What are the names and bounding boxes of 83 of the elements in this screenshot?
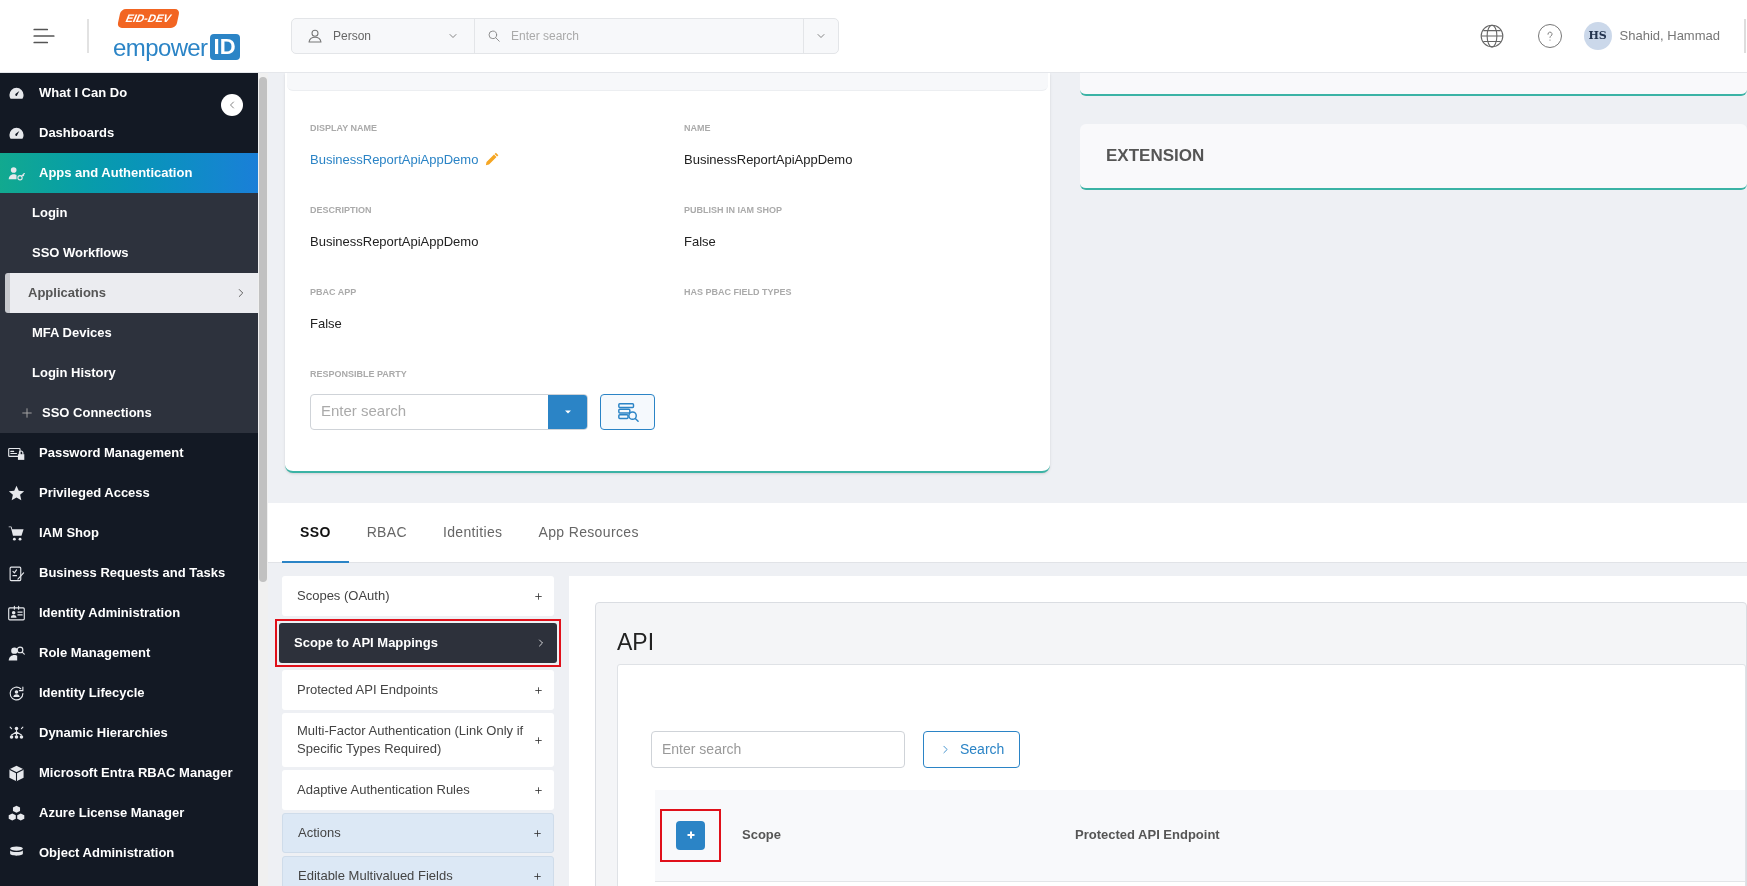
star-icon [8,484,25,502]
field-label: PUBLISH IN IAM SHOP [684,204,783,217]
column-header[interactable]: Scope [742,825,1075,845]
user-name[interactable]: Shahid, Hammad [1619,26,1720,46]
tab[interactable]: Identities [424,503,521,563]
sidebar-item[interactable]: Dashboards [0,113,258,153]
section-item[interactable]: Adaptive Authentication Rules [282,770,554,810]
plus-icon [533,734,544,746]
field-label: NAME [684,122,712,135]
hierarchy-icon [8,724,25,742]
field-label: HAS PBAC FIELD TYPES [684,286,793,299]
submenu-item[interactable]: MFA Devices [0,313,258,353]
field-label: DESCRIPTION [310,204,373,217]
column-header[interactable]: Protected API Endpoint [1075,825,1375,845]
plus-icon [533,684,544,696]
list-search-icon [616,400,639,423]
sidebar-item[interactable]: Password Management [0,433,258,473]
section-item[interactable]: Actions [282,813,554,853]
plus-icon [533,590,544,602]
search-type-dropdown[interactable]: Person [292,19,475,53]
search-button[interactable]: Search [923,730,1021,768]
submenu-item[interactable]: SSO Workflows [0,233,258,273]
add-button[interactable] [676,820,705,850]
section-item[interactable]: Multi-Factor Authentication (Link Only if Specific Types Required) [282,713,554,767]
search-field[interactable]: Enter search [651,730,905,768]
sidebar-item[interactable]: Object Administration [0,833,258,873]
scrollbar-thumb[interactable] [259,77,267,582]
globe-icon[interactable] [1478,23,1505,49]
cubes-icon [8,804,25,822]
field-label: RESPONSIBLE PARTY [310,368,408,381]
plus-icon [532,870,543,882]
sidebar-item[interactable]: Identity Lifecycle [0,673,258,713]
cart-icon [8,524,25,542]
search-bar[interactable]: Person Enter search [291,18,839,54]
clipboard-icon [8,564,25,582]
sidebar-item[interactable]: Azure License Manager [0,793,258,833]
plus-icon [532,827,543,839]
tab[interactable]: RBAC [348,503,425,563]
section-item[interactable]: Protected API Endpoints [282,670,554,710]
cube-icon [8,764,25,782]
pencil-icon[interactable] [484,152,500,168]
user-search-icon [8,644,25,662]
plus-icon [20,406,34,420]
tab[interactable]: SSO [282,503,349,563]
submenu-item[interactable]: Login [0,193,258,233]
field-label: DISPLAY NAME [310,122,379,135]
submenu-item[interactable]: SSO Connections [0,393,258,433]
sidebar-item[interactable]: Microsoft Entra RBAC Manager [0,753,258,793]
tab[interactable]: App Resources [520,503,657,563]
section-item[interactable]: Editable Multivalued Fields [282,856,554,886]
field-value: BusinessReportApiAppDemo [684,151,853,169]
responsible-party-field[interactable]: Enter search [310,393,588,430]
sidebar-item[interactable]: Dynamic Hierarchies [0,713,258,753]
panel-title: API [617,628,656,657]
user-avatar[interactable]: HS [1583,22,1612,50]
field-label: PBAC APP [310,286,358,299]
dropdown-button[interactable] [548,394,587,429]
plus-icon [533,784,544,796]
field-value: False [684,233,716,251]
search-icon [487,29,501,43]
section-item[interactable]: Scope to API Mappings [279,623,557,663]
sidebar-item[interactable]: Business Requests and Tasks [0,553,258,593]
lookup-button[interactable] [600,393,655,430]
search-input[interactable]: Enter search [311,394,548,429]
section-title: EXTENSION [1106,145,1205,168]
search-field[interactable]: Enter search [511,27,791,45]
submenu-item[interactable]: Login History [0,353,258,393]
sidebar-item[interactable]: IAM Shop [0,513,258,553]
display-name-link[interactable]: BusinessReportApiAppDemo [310,150,479,170]
id-card-icon [8,604,25,622]
product-logo[interactable]: EID-DEV empower ID [113,11,249,61]
person-icon [307,28,323,44]
submenu-item[interactable]: Applications [5,273,258,313]
sidebar-item[interactable]: Identity Administration [0,593,258,633]
sidebar-item[interactable]: Role Management [0,633,258,673]
collapse-button[interactable] [221,94,243,116]
user-cycle-icon [8,684,25,702]
sidebar-item[interactable]: What I Can Do [0,73,258,113]
field-value: BusinessReportApiAppDemo [310,233,479,251]
section-item[interactable]: Scopes (OAuth) [282,576,554,616]
field-value: False [310,315,342,333]
sidebar-item[interactable]: Privileged Access [0,473,258,513]
user-key-icon [8,164,25,182]
